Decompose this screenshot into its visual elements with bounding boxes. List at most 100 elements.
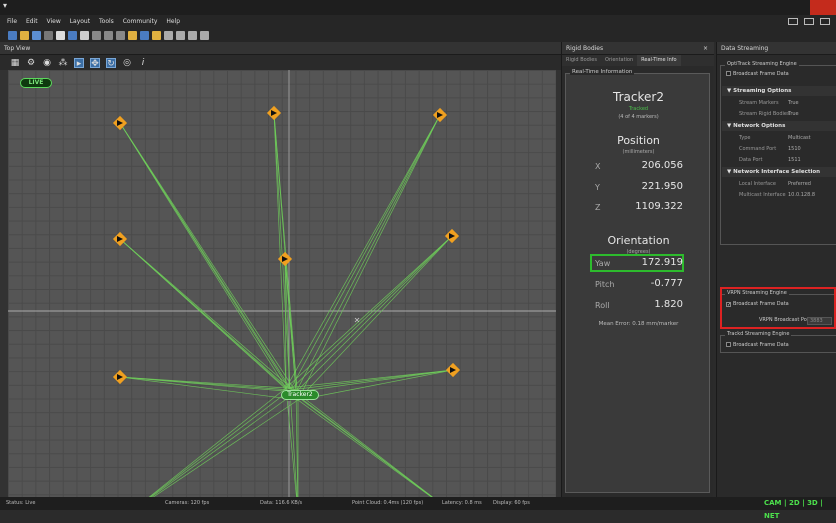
camera-ray — [150, 391, 297, 497]
camera-ray — [284, 258, 297, 393]
camera-ray — [273, 112, 291, 391]
prop-value: Multicast — [788, 135, 811, 141]
camera-ray — [119, 122, 299, 401]
camera-ray — [119, 238, 287, 389]
prop-stream-rigid-bodies[interactable]: Stream Rigid Bodies True — [722, 109, 836, 119]
prop-key: Local Interface — [739, 181, 776, 187]
camera-ray — [295, 369, 454, 393]
position-y-row: Y 221.950 — [566, 181, 711, 195]
top-view-header: Top View — [0, 42, 561, 55]
save-project-icon[interactable] — [32, 30, 41, 40]
prop-multicast-interface[interactable]: Multicast Interface 10.0.128.8 — [722, 190, 836, 200]
open-project-icon[interactable] — [20, 30, 29, 40]
record-icon[interactable] — [104, 30, 113, 40]
camera-ray — [149, 389, 291, 497]
menu-edit[interactable]: Edit — [26, 15, 38, 28]
position-z-row: Z 1109.322 — [566, 201, 711, 215]
prop-local-interface[interactable]: Local Interface Preferred — [722, 179, 836, 189]
rigid-body-label[interactable]: Tracker2 — [281, 390, 319, 400]
camera-settings-icon[interactable]: ⚙ — [26, 58, 36, 68]
camera-icon[interactable]: ◉ — [42, 58, 52, 68]
prop-data-port[interactable]: Data Port 1511 — [722, 155, 836, 165]
camera-ray — [148, 387, 287, 497]
menu-community[interactable]: Community — [123, 15, 158, 28]
rigid-body-icon[interactable] — [140, 30, 149, 40]
camera-icon[interactable] — [112, 369, 128, 385]
main-toolbar — [0, 28, 836, 42]
camera-ray — [273, 112, 287, 389]
prop-key: Stream Markers — [739, 100, 779, 106]
layout-buttons — [788, 18, 830, 25]
checkbox-label: Broadcast Frame Data — [733, 71, 789, 77]
camera-ray — [289, 235, 453, 391]
camera-icon[interactable] — [266, 105, 282, 121]
select-mode-icon[interactable]: ▸ — [74, 57, 84, 69]
menu-file[interactable]: File — [7, 15, 17, 28]
section-network-options[interactable]: ▼ Network Options — [722, 121, 836, 131]
menu-tools[interactable]: Tools — [99, 15, 114, 28]
camera-icon[interactable] — [445, 362, 461, 378]
view-icon[interactable] — [176, 30, 185, 40]
checkbox-label: Broadcast Frame Data — [733, 342, 789, 348]
wand-icon[interactable] — [152, 30, 161, 40]
new-project-icon[interactable] — [8, 30, 17, 40]
window-close-button[interactable] — [810, 0, 836, 15]
layout-split-icon[interactable] — [804, 18, 814, 25]
menu-help[interactable]: Help — [166, 15, 180, 28]
camera-ray — [119, 122, 287, 389]
camera-icon[interactable] — [112, 115, 128, 131]
camera-icon[interactable] — [432, 107, 448, 123]
vrpn-highlight — [720, 287, 836, 329]
section-network-interface[interactable]: ▼ Network Interface Selection — [722, 167, 836, 177]
section-streaming-options[interactable]: ▼ Streaming Options — [722, 86, 836, 96]
translate-mode-icon[interactable]: ✥ — [90, 57, 100, 69]
prop-command-port[interactable]: Command Port 1510 — [722, 144, 836, 154]
info-icon[interactable]: i — [138, 58, 148, 68]
tools-icon[interactable] — [44, 30, 53, 40]
menu-view[interactable]: View — [47, 15, 61, 28]
section-label: Network Interface Selection — [733, 169, 821, 175]
prop-type[interactable]: Type Multicast — [722, 133, 836, 143]
camera-ray — [297, 235, 453, 401]
streaming-icon[interactable] — [188, 30, 197, 40]
tab-real-time-info[interactable]: Real-Time Info — [637, 55, 681, 66]
mean-error: Mean Error: 0.18 mm/marker — [598, 321, 679, 327]
data-streaming-panel: Data Streaming OptiTrack Streaming Engin… — [716, 42, 836, 497]
measure-icon[interactable] — [164, 30, 173, 40]
visibility-icon[interactable]: ◎ — [122, 58, 132, 68]
close-icon[interactable]: × — [703, 42, 708, 55]
axis-label: X — [595, 162, 601, 171]
calibration-icon[interactable] — [92, 30, 101, 40]
layout-single-icon[interactable] — [788, 18, 798, 25]
rotate-mode-icon[interactable]: ↻ — [106, 57, 116, 69]
camera-scene — [8, 70, 556, 497]
rigid-bodies-header: Rigid Bodies × — [562, 42, 714, 55]
natnet-broadcast-checkbox[interactable]: Broadcast Frame Data — [726, 70, 789, 78]
viewport-3d[interactable]: LIVE Tracker2 — [8, 70, 556, 497]
orientation-title: Orientation — [607, 234, 670, 247]
app-logo-icon: ▾ — [3, 1, 8, 10]
camera-icon[interactable] — [80, 30, 89, 40]
camera-preview-icon[interactable] — [68, 30, 77, 40]
prop-stream-markers[interactable]: Stream Markers True — [722, 98, 836, 108]
layout-icon[interactable] — [200, 30, 209, 40]
natnet-group: OptiTrack Streaming Engine Broadcast Fra… — [720, 61, 836, 245]
status-text: Status: Live — [6, 500, 36, 506]
pitch-value: -0.777 — [650, 278, 683, 289]
roll-row: Roll 1.820 — [566, 299, 711, 313]
panel-icon[interactable] — [56, 30, 65, 40]
position-z-value: 1109.322 — [635, 201, 683, 212]
trackd-broadcast-checkbox[interactable]: Broadcast Frame Data — [726, 341, 789, 349]
tab-rigid-bodies[interactable]: Rigid Bodies — [562, 55, 601, 66]
grid-icon[interactable]: ▦ — [10, 58, 20, 68]
position-x-row: X 206.056 — [566, 160, 711, 174]
menu-layout[interactable]: Layout — [70, 15, 90, 28]
view-mode-switch[interactable]: CAM | 2D | 3D | NET — [764, 497, 836, 523]
skeleton-icon[interactable]: ⁂ — [58, 58, 68, 68]
tab-orientation[interactable]: Orientation — [601, 55, 637, 66]
layout-dock-icon[interactable] — [820, 18, 830, 25]
reconstruction-icon[interactable] — [128, 30, 137, 40]
camera-icon[interactable] — [112, 231, 128, 247]
timeline-icon[interactable] — [116, 30, 125, 40]
camera-ray — [295, 235, 453, 393]
